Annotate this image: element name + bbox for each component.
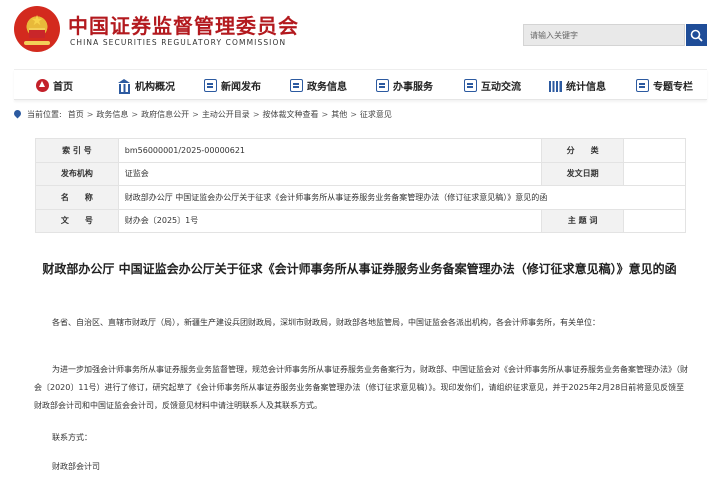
bar-chart-icon <box>549 79 562 92</box>
table-row: 发布机构 证监会 发文日期 <box>35 161 686 186</box>
date-value <box>623 161 686 186</box>
body-paragraph: 为进一步加强会计师事务所从事证券服务业务监督管理，规范会计师事务所从事证券服务业… <box>34 365 688 410</box>
breadcrumb: 当前位置: 首页 > 政务信息 > 政府信息公开 > 主动公开目录 > 按体裁文… <box>14 105 392 123</box>
document-title: 财政部办公厅 中国证监会办公厅关于征求《会计师事务所从事证券服务业务备案管理办法… <box>42 262 677 276</box>
breadcrumb-separator: > <box>192 109 199 119</box>
breadcrumb-item-home[interactable]: 首页 <box>68 109 84 120</box>
table-row: 名 称 财政部办公厅 中国证监会办公厅关于征求《会计师事务所从事证券服务业务备案… <box>35 185 687 210</box>
contact-label: 联系方式： <box>52 433 92 442</box>
index-value: bm56000001/2025-00000621 <box>117 138 543 163</box>
category-label: 分 类 <box>541 138 625 163</box>
site-title[interactable]: 中国证券监督管理委员会 <box>68 10 299 39</box>
news-icon <box>204 79 217 92</box>
nav-item-label: 统计信息 <box>566 82 606 93</box>
nav-item-interaction[interactable]: 互动交流 <box>464 70 521 101</box>
breadcrumb-item-catalog[interactable]: 主动公开目录 <box>202 109 250 120</box>
chat-icon <box>464 79 477 92</box>
site-header: ★ 中国证券监督管理委员会 CHINA SECURITIES REGULATOR… <box>0 0 719 68</box>
nav-item-label: 互动交流 <box>481 82 521 93</box>
breadcrumb-item-by-genre[interactable]: 按体裁文种查看 <box>263 109 319 120</box>
nav-item-label: 政务信息 <box>307 82 347 93</box>
nav-item-government-info[interactable]: 政务信息 <box>290 70 347 101</box>
building-icon <box>118 79 131 94</box>
breadcrumb-separator: > <box>131 109 139 119</box>
breadcrumb-separator: > <box>86 109 94 119</box>
nav-item-label: 专题专栏 <box>653 82 693 93</box>
nav-item-home[interactable]: 首页 <box>36 70 73 101</box>
home-icon <box>36 79 49 92</box>
star-icon: ★ <box>30 13 44 29</box>
breadcrumb-item-other[interactable]: 其他 <box>331 109 347 120</box>
monitor-icon <box>290 79 303 92</box>
date-label: 发文日期 <box>541 161 625 186</box>
nav-item-statistics[interactable]: 统计信息 <box>549 70 606 101</box>
breadcrumb-item-disclosure[interactable]: 政府信息公开 <box>141 109 189 120</box>
search-icon <box>690 29 703 42</box>
location-pin-icon <box>14 110 21 119</box>
nav-item-organization[interactable]: 机构概况 <box>118 70 175 101</box>
docno-label: 文 号 <box>35 208 119 233</box>
breadcrumb-item-government-info[interactable]: 政务信息 <box>96 109 128 120</box>
breadcrumb-separator: > <box>321 109 329 119</box>
breadcrumb-separator: > <box>252 109 260 119</box>
name-label: 名 称 <box>35 185 119 210</box>
name-value: 财政部办公厅 中国证监会办公厅关于征求《会计师事务所从事证券服务业务备案管理办法… <box>117 185 687 210</box>
search-button[interactable] <box>686 24 707 46</box>
breadcrumb-prefix: 当前位置: <box>27 109 62 119</box>
document-metadata-table: 索 引 号 bm56000001/2025-00000621 分 类 发布机构 … <box>35 138 687 233</box>
search-box <box>523 24 707 46</box>
site-subtitle: CHINA SECURITIES REGULATORY COMMISSION <box>70 38 287 47</box>
nav-item-label: 办事服务 <box>393 82 433 93</box>
index-label: 索 引 号 <box>35 138 119 163</box>
search-input[interactable] <box>523 24 685 46</box>
nav-item-label: 新闻发布 <box>221 82 261 93</box>
subject-value <box>623 208 686 233</box>
nav-item-services[interactable]: 办事服务 <box>376 70 433 101</box>
contact-department: 财政部会计司 <box>52 462 100 471</box>
nav-item-special-topics[interactable]: 专题专栏 <box>636 70 693 101</box>
document-icon <box>376 79 389 92</box>
nav-item-label: 机构概况 <box>135 82 175 93</box>
national-emblem-logo[interactable]: ★ <box>14 6 60 52</box>
column-icon <box>636 79 649 92</box>
issuer-label: 发布机构 <box>35 161 119 186</box>
breadcrumb-separator: > <box>350 109 357 119</box>
docno-value: 财办会〔2025〕1号 <box>117 208 543 233</box>
table-row: 索 引 号 bm56000001/2025-00000621 分 类 <box>35 138 686 163</box>
category-value <box>623 138 686 163</box>
nav-item-label: 首页 <box>53 82 73 93</box>
table-row: 文 号 财办会〔2025〕1号 主 题 词 <box>35 208 686 233</box>
addressee-paragraph: 各省、自治区、直辖市财政厅（局），新疆生产建设兵团财政局，深圳市财政局，财政部各… <box>52 318 600 327</box>
breadcrumb-item-consultation[interactable]: 征求意见 <box>360 109 392 120</box>
main-nav: 首页 机构概况 新闻发布 政务信息 办事服务 互动交流 统计信息 专题专栏 <box>14 69 707 100</box>
issuer-value: 证监会 <box>117 161 543 186</box>
subject-label: 主 题 词 <box>541 208 625 233</box>
nav-item-news[interactable]: 新闻发布 <box>204 70 261 101</box>
